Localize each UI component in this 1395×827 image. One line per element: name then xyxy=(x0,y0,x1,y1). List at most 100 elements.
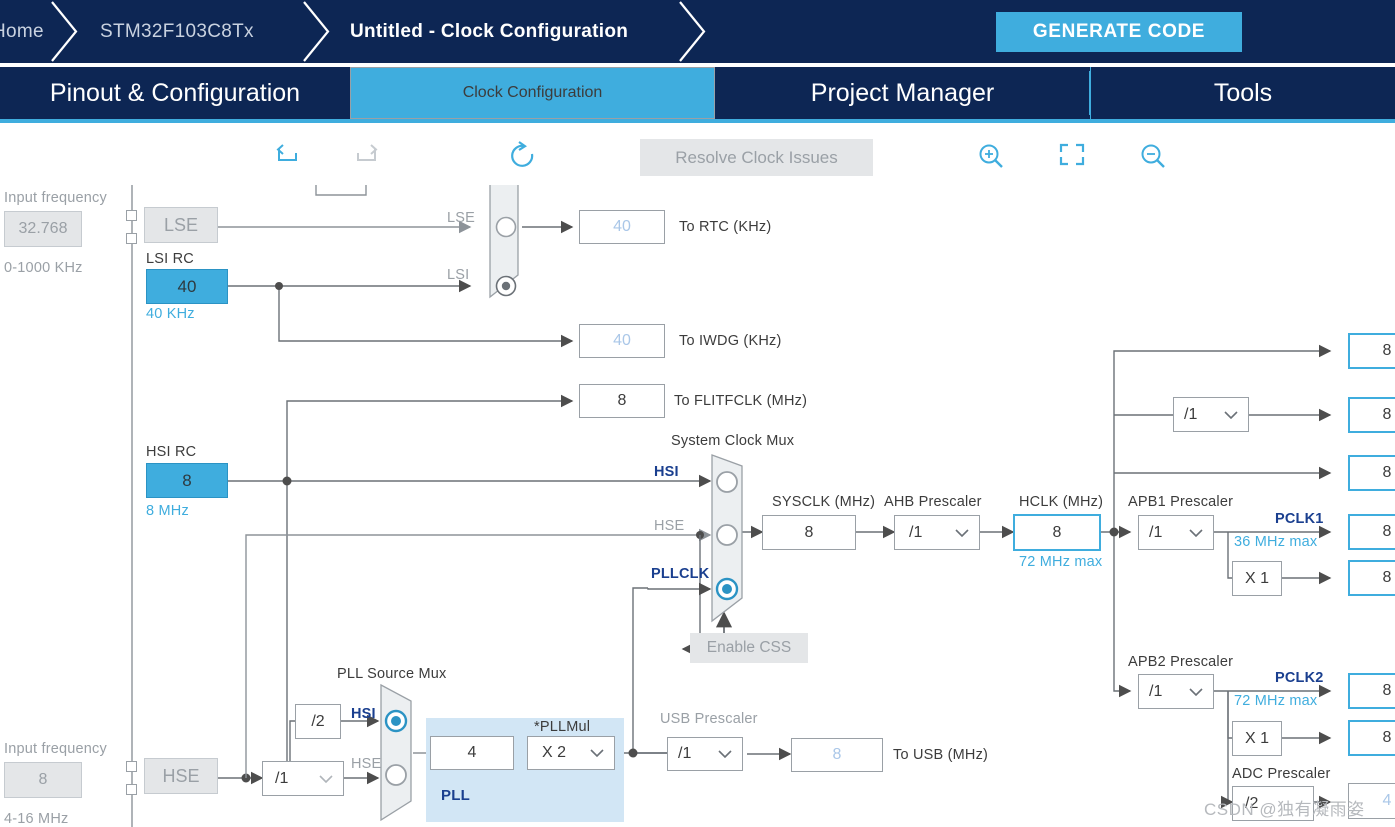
lse-block[interactable]: LSE xyxy=(144,207,218,243)
hse-block[interactable]: HSE xyxy=(144,758,218,794)
hse-prescaler-select[interactable]: /1 xyxy=(262,761,344,796)
resolve-clock-issues-button[interactable]: Resolve Clock Issues xyxy=(640,139,873,176)
tab-project-manager[interactable]: Project Manager xyxy=(715,67,1090,119)
tab-tools[interactable]: Tools xyxy=(1091,67,1395,119)
breadcrumb-item-device[interactable]: STM32F103C8Tx xyxy=(100,0,254,63)
enable-css-button[interactable]: Enable CSS xyxy=(690,633,808,663)
breadcrumb-label: STM32F103C8Tx xyxy=(100,20,254,42)
to-iwdg-value: 40 xyxy=(579,324,665,358)
adc-prescaler-select[interactable]: /2 xyxy=(1232,786,1314,821)
hsi-rc-title: HSI RC xyxy=(146,444,197,460)
rtc-mux-input-lse-label: LSE xyxy=(447,210,476,226)
apb2-prescaler-value: /1 xyxy=(1149,682,1163,700)
zoom-in-icon[interactable] xyxy=(974,140,1008,174)
output-value-2: 8 xyxy=(1348,397,1395,433)
main-tabs: Pinout & Configuration Clock Configurati… xyxy=(0,67,1395,123)
pll-source-mux[interactable] xyxy=(377,683,417,823)
usb-prescaler-value: /1 xyxy=(678,745,692,762)
breadcrumb-chevron-icon-3 xyxy=(676,0,710,63)
zoom-out-icon[interactable] xyxy=(1136,140,1170,174)
apb1-timer-multiplier: X 1 xyxy=(1232,561,1282,596)
breadcrumb-chevron-icon-2 xyxy=(300,0,334,63)
tab-label: Tools xyxy=(1213,78,1273,107)
breadcrumb-chevron-icon-1 xyxy=(48,0,82,63)
pll-source-input-hsi-label: HSI xyxy=(351,706,376,722)
hclk-label: HCLK (MHz) xyxy=(1019,494,1104,510)
lse-input-frequency-label: Input frequency xyxy=(4,190,107,206)
rtc-mux-input-lsi-label: LSI xyxy=(447,267,470,283)
adc-prescaler-value: /2 xyxy=(1245,794,1259,812)
output-value-5: 8 xyxy=(1348,560,1395,596)
pllmul-label: *PLLMul xyxy=(534,719,591,735)
breadcrumb-item-home[interactable]: Home xyxy=(0,0,44,63)
to-flitfclk-label: To FLITFCLK (MHz) xyxy=(674,393,808,409)
generate-code-button[interactable]: GENERATE CODE xyxy=(996,12,1242,52)
lse-input-frequency-field[interactable]: 32.768 xyxy=(4,211,82,247)
hclk-max-label: 72 MHz max xyxy=(1019,554,1103,570)
pll-input-value: 4 xyxy=(430,736,514,770)
adc-prescaler-title: ADC Prescaler xyxy=(1232,766,1331,782)
hclk-value-field[interactable]: 8 xyxy=(1013,514,1101,551)
output-value-1: 8 xyxy=(1348,333,1395,369)
lse-range-label: 0-1000 KHz xyxy=(4,260,83,276)
breadcrumb-label: Home xyxy=(0,20,44,42)
chevron-down-icon xyxy=(955,528,969,537)
ahb-branch-prescaler-value: /1 xyxy=(1184,405,1198,423)
to-usb-label: To USB (MHz) xyxy=(893,747,989,763)
pllmul-value: X 2 xyxy=(542,744,567,761)
breadcrumb-label: Untitled - Clock Configuration xyxy=(350,20,629,42)
undo-icon[interactable] xyxy=(270,140,304,174)
apb1-prescaler-value: /1 xyxy=(1149,523,1163,541)
sysclk-label: SYSCLK (MHz) xyxy=(772,494,876,510)
tab-label: Project Manager xyxy=(810,78,995,107)
chevron-down-icon xyxy=(1224,410,1238,419)
breadcrumb-item-current[interactable]: Untitled - Clock Configuration xyxy=(350,0,628,63)
output-value-3: 8 xyxy=(1348,455,1395,491)
hsi-rc-value-field[interactable]: 8 xyxy=(146,463,228,498)
chevron-down-icon xyxy=(1189,687,1203,696)
sysclk-value: 8 xyxy=(762,515,856,550)
hse-pin-top xyxy=(126,761,137,772)
system-clock-mux-input-hsi-label: HSI xyxy=(654,464,679,480)
apb1-prescaler-select[interactable]: /1 xyxy=(1138,515,1214,550)
pllmul-select[interactable]: X 2 xyxy=(527,736,615,770)
pclk2-label: PCLK2 xyxy=(1275,670,1324,686)
pclk1-label: PCLK1 xyxy=(1275,511,1324,527)
chevron-down-icon xyxy=(718,750,732,758)
tab-label: Clock Configuration xyxy=(462,84,603,101)
hse-input-frequency-field[interactable]: 8 xyxy=(4,762,82,798)
system-clock-mux-input-pllclk-label: PLLCLK xyxy=(651,566,710,582)
system-clock-mux[interactable] xyxy=(708,453,752,625)
pll-source-mux-title: PLL Source Mux xyxy=(337,666,447,682)
hse-pin-bottom xyxy=(126,784,137,795)
usb-prescaler-select[interactable]: /1 xyxy=(667,737,743,771)
lsi-rc-unit-label: 40 KHz xyxy=(146,306,195,322)
lsi-rc-title: LSI RC xyxy=(146,251,194,267)
reset-clock-icon[interactable] xyxy=(507,140,541,174)
tab-clock-configuration[interactable]: Clock Configuration xyxy=(350,67,715,119)
ahb-prescaler-select[interactable]: /1 xyxy=(894,515,980,550)
rtc-clock-mux[interactable] xyxy=(487,185,529,300)
system-clock-mux-title: System Clock Mux xyxy=(671,433,795,449)
pclk2-max-label: 72 MHz max xyxy=(1234,693,1318,709)
to-usb-value: 8 xyxy=(791,738,883,772)
breadcrumb-bar: Home STM32F103C8Tx Untitled - Clock Conf… xyxy=(0,0,1395,63)
ahb-prescaler-label: AHB Prescaler xyxy=(884,494,982,510)
pll-region xyxy=(426,718,624,822)
tab-pinout-configuration[interactable]: Pinout & Configuration xyxy=(0,67,350,119)
to-flitfclk-value: 8 xyxy=(579,384,665,418)
pclk1-max-label: 36 MHz max xyxy=(1234,534,1318,550)
to-rtc-value: 40 xyxy=(579,210,665,244)
to-rtc-label: To RTC (KHz) xyxy=(679,219,772,235)
chevron-down-icon xyxy=(319,774,333,783)
system-clock-mux-input-hse-label: HSE xyxy=(654,518,685,534)
apb2-prescaler-title: APB2 Prescaler xyxy=(1128,654,1234,670)
redo-icon[interactable] xyxy=(350,140,384,174)
chevron-down-icon xyxy=(590,749,604,757)
output-value-7: 8 xyxy=(1348,720,1395,756)
lsi-rc-value-field[interactable]: 40 xyxy=(146,269,228,304)
fit-to-screen-icon[interactable] xyxy=(1055,140,1089,174)
ahb-branch-prescaler-select[interactable]: /1 xyxy=(1173,397,1249,432)
apb2-prescaler-select[interactable]: /1 xyxy=(1138,674,1214,709)
hsi-divider-value: /2 xyxy=(295,704,341,739)
